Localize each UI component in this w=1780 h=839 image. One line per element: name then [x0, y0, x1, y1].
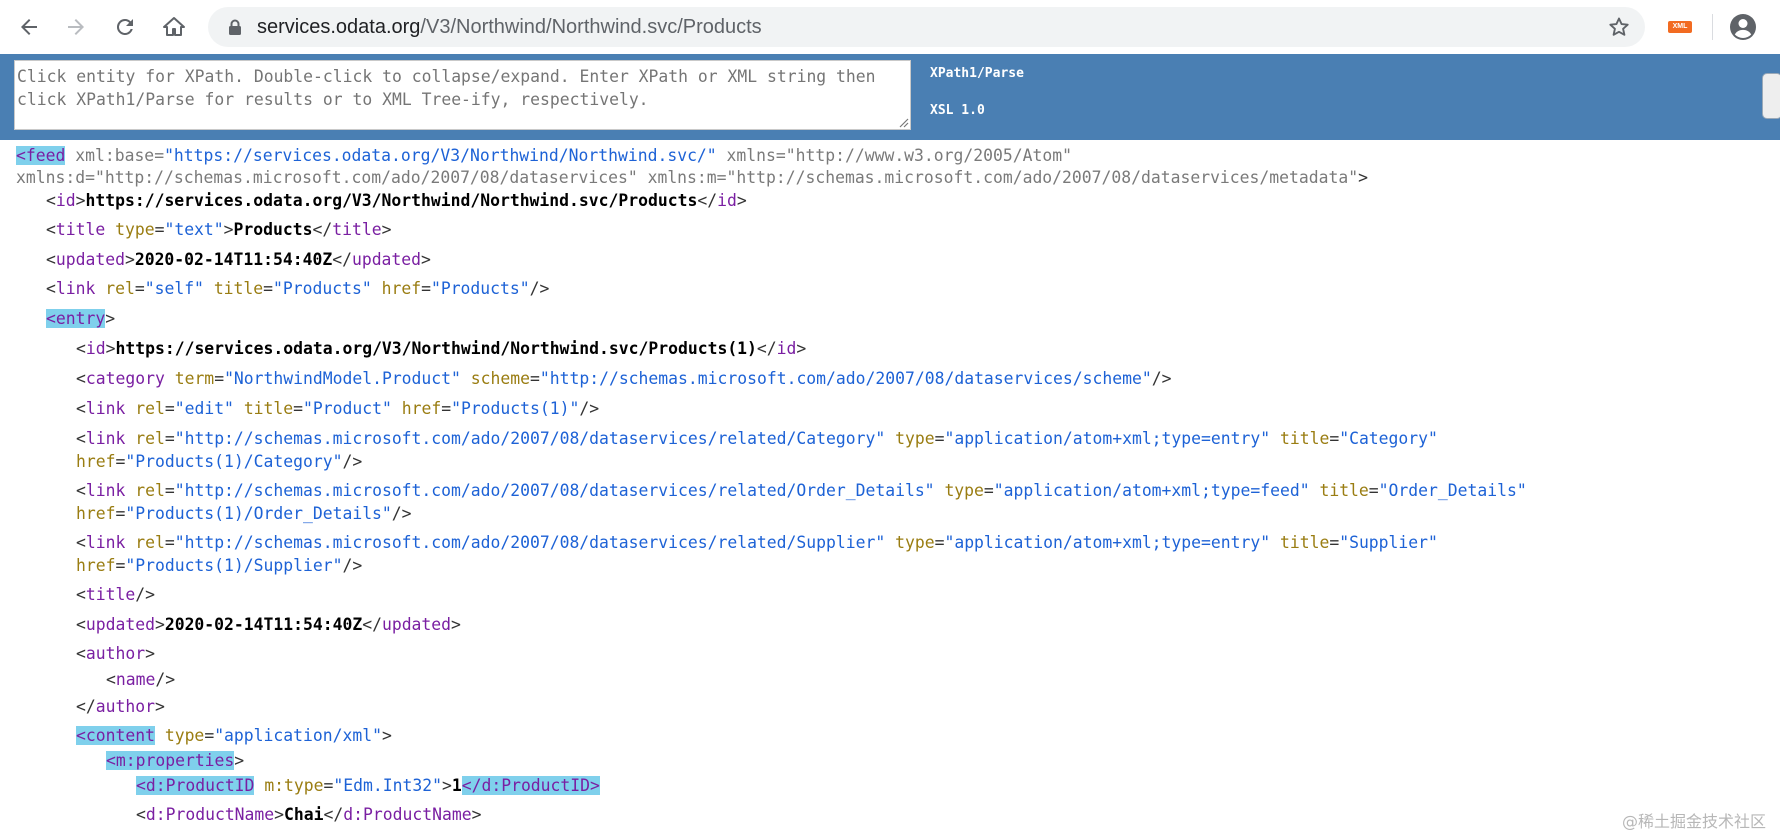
content-tag-highlight[interactable]: <content: [76, 726, 155, 745]
profile-avatar-icon[interactable]: [1727, 11, 1759, 43]
reload-icon: [116, 18, 133, 35]
reload-button[interactable]: [107, 9, 143, 45]
entry-link-category-element[interactable]: <link rel="http://schemas.microsoft.com/…: [76, 429, 1438, 448]
entry-link-supplier-href: href="Products(1)/Supplier"/>: [76, 556, 363, 575]
feed-namespace-attrs: xmlns:d="http://schemas.microsoft.com/ad…: [16, 168, 1368, 187]
feed-tag-highlight[interactable]: <feed: [16, 146, 66, 165]
xpath-parse-button[interactable]: XPath1/Parse: [930, 66, 1024, 81]
properties-tag-highlight[interactable]: <m:properties: [106, 751, 235, 770]
forward-arrow-icon: [68, 19, 84, 35]
watermark: @稀土掘金技术社区: [1621, 812, 1766, 831]
feed-title-element[interactable]: <title type="text">Products</title>: [46, 220, 391, 239]
entry-tag-highlight[interactable]: <entry: [46, 309, 106, 328]
author-name-element[interactable]: <name/>: [106, 670, 175, 689]
back-arrow-icon: [21, 19, 37, 35]
entry-link-edit-element[interactable]: <link rel="edit" title="Product" href="P…: [76, 399, 599, 418]
product-id-close-highlight[interactable]: </d:ProductID>: [461, 776, 600, 795]
entry-id-element[interactable]: <id>https://services.odata.org/V3/Northw…: [76, 339, 806, 358]
feed-open-tag[interactable]: <feed xml:base="https://services.odata.o…: [16, 146, 1072, 165]
entry-link-order-details-href: href="Products(1)/Order_Details"/>: [76, 504, 412, 523]
bookmark-star-icon[interactable]: [1607, 15, 1631, 39]
xpath-panel: XPath1/Parse XSL 1.0: [0, 54, 1780, 140]
home-icon: [163, 17, 185, 36]
author-close-tag: </author>: [76, 697, 165, 716]
xml-tree: <feed xml:base="https://services.odata.o…: [0, 140, 1780, 839]
entry-link-category-href: href="Products(1)/Category"/>: [76, 452, 363, 471]
entry-updated-element[interactable]: <updated>2020-02-14T11:54:40Z</updated>: [76, 615, 461, 634]
lock-icon: [229, 19, 241, 35]
entry-title-element[interactable]: <title/>: [76, 585, 155, 604]
resize-grip-icon[interactable]: [897, 116, 909, 128]
panel-scroll-handle[interactable]: [1762, 73, 1780, 119]
xpath-input[interactable]: [14, 60, 911, 130]
content-open-tag[interactable]: <content type="application/xml">: [76, 726, 392, 745]
entry-link-supplier-element[interactable]: <link rel="http://schemas.microsoft.com/…: [76, 533, 1438, 552]
toolbar-divider: [1712, 14, 1713, 40]
url-path: /V3/Northwind/Northwind.svc/Products: [420, 16, 762, 38]
product-id-open-highlight[interactable]: <d:ProductID: [136, 776, 255, 795]
feed-updated-element[interactable]: <updated>2020-02-14T11:54:40Z</updated>: [46, 250, 431, 269]
browser-toolbar: services.odata.org/V3/Northwind/Northwin…: [0, 0, 1780, 54]
xml-extension-icon[interactable]: XML: [1668, 21, 1692, 33]
back-button[interactable]: [11, 9, 47, 45]
author-open-tag[interactable]: <author>: [76, 644, 155, 663]
url-host: services.odata.org: [257, 16, 421, 38]
url-text: services.odata.org/V3/Northwind/Northwin…: [257, 16, 762, 39]
forward-button[interactable]: [58, 9, 94, 45]
xsl-button[interactable]: XSL 1.0: [930, 103, 985, 118]
product-name-element[interactable]: <d:ProductName>Chai</d:ProductName>: [136, 805, 481, 824]
home-button[interactable]: [156, 9, 192, 45]
product-id-element[interactable]: <d:ProductID m:type="Edm.Int32">1</d:Pro…: [136, 776, 600, 795]
entry-category-element[interactable]: <category term="NorthwindModel.Product" …: [76, 369, 1171, 388]
properties-open-tag[interactable]: <m:properties>: [106, 751, 244, 770]
feed-link-element[interactable]: <link rel="self" title="Products" href="…: [46, 279, 549, 298]
entry-link-order-details-element[interactable]: <link rel="http://schemas.microsoft.com/…: [76, 481, 1527, 500]
address-bar[interactable]: services.odata.org/V3/Northwind/Northwin…: [208, 7, 1645, 47]
feed-id-element[interactable]: <id>https://services.odata.org/V3/Northw…: [46, 191, 747, 210]
entry-open-tag[interactable]: <entry>: [46, 309, 115, 328]
